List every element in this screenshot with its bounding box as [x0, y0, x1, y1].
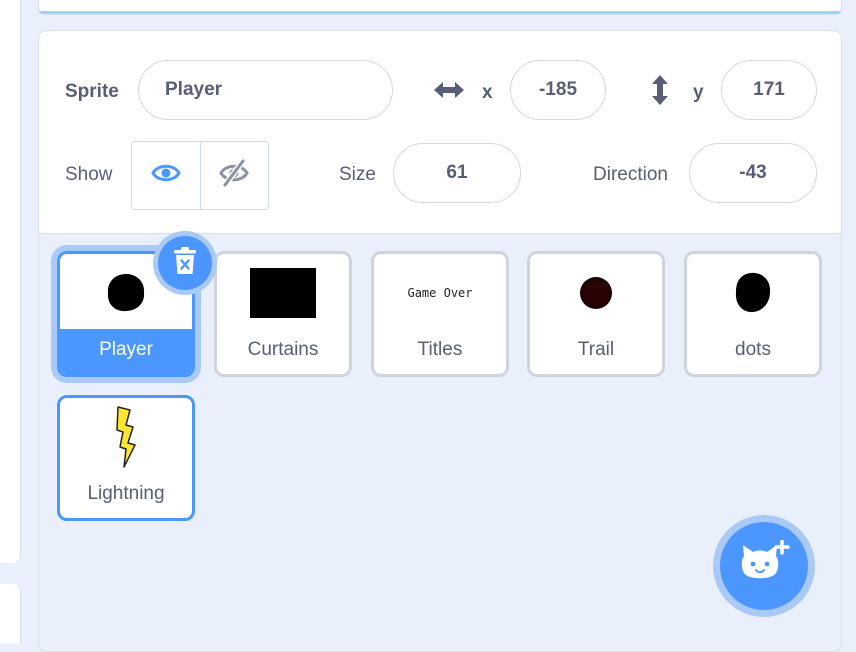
dark-red-dot-costume: [580, 277, 612, 309]
black-oval-costume: [735, 272, 771, 313]
hide-sprite-button[interactable]: [199, 142, 269, 209]
add-sprite-button-glow: [713, 515, 815, 617]
sprite-label: Sprite: [65, 81, 119, 102]
sprite-tile-curtains[interactable]: Curtains: [214, 251, 352, 377]
sprite-tile-label: dots: [735, 339, 771, 360]
sprite-tile-label: Player: [60, 329, 192, 374]
sprite-info-panel: Sprite Player x -185 y 171 Show Size 61 …: [39, 31, 841, 234]
direction-label: Direction: [593, 164, 668, 185]
delete-sprite-button[interactable]: [158, 236, 212, 290]
sprite-tile-label: Trail: [577, 339, 615, 360]
stage-header-panel: [38, 0, 842, 15]
sprite-thumbnail: [687, 254, 819, 332]
sprite-thumbnail: [217, 254, 349, 332]
vertical-arrow-icon: [649, 73, 671, 112]
eye-icon: [151, 162, 181, 189]
sprite-tile-label: Lightning: [87, 483, 165, 504]
sprite-name-input[interactable]: Player: [138, 60, 393, 120]
black-blob-costume: [107, 274, 145, 312]
sprite-thumbnail: Game Over: [374, 254, 506, 332]
cat-plus-icon: [738, 538, 790, 593]
eye-slash-icon: [218, 159, 250, 192]
size-input[interactable]: 61: [393, 143, 521, 203]
show-label: Show: [65, 164, 113, 185]
add-sprite-button[interactable]: [720, 522, 808, 610]
sprite-tile-trail[interactable]: Trail: [527, 251, 665, 377]
y-position-input[interactable]: 171: [721, 60, 817, 120]
sprite-tile-dots[interactable]: dots: [684, 251, 822, 377]
sprite-thumbnail: [530, 254, 662, 332]
x-label: x: [482, 82, 493, 103]
sprite-tile-titles[interactable]: Game Over Titles: [371, 251, 509, 377]
trash-icon: [172, 246, 198, 281]
sprite-thumbnail: [60, 398, 192, 476]
sprite-tile-lightning[interactable]: Lightning: [57, 395, 195, 521]
lightning-bolt-costume: [116, 406, 136, 468]
size-label: Size: [339, 164, 376, 185]
stage-header-divider: [39, 11, 841, 14]
sprite-tile-label: Curtains: [247, 339, 319, 360]
visibility-toggle: [131, 141, 269, 210]
x-position-input[interactable]: -185: [510, 60, 606, 120]
stage-panel-edge-lower: [0, 584, 21, 644]
stage-panel-edge: [0, 0, 21, 563]
direction-input[interactable]: -43: [689, 143, 817, 203]
y-label: y: [693, 82, 704, 103]
black-rectangle-costume: [250, 268, 316, 318]
horizontal-arrow-icon: [432, 79, 466, 106]
game-over-text-costume: Game Over: [407, 286, 473, 300]
sprite-tile-label: Titles: [417, 339, 463, 360]
show-sprite-button[interactable]: [132, 142, 200, 209]
